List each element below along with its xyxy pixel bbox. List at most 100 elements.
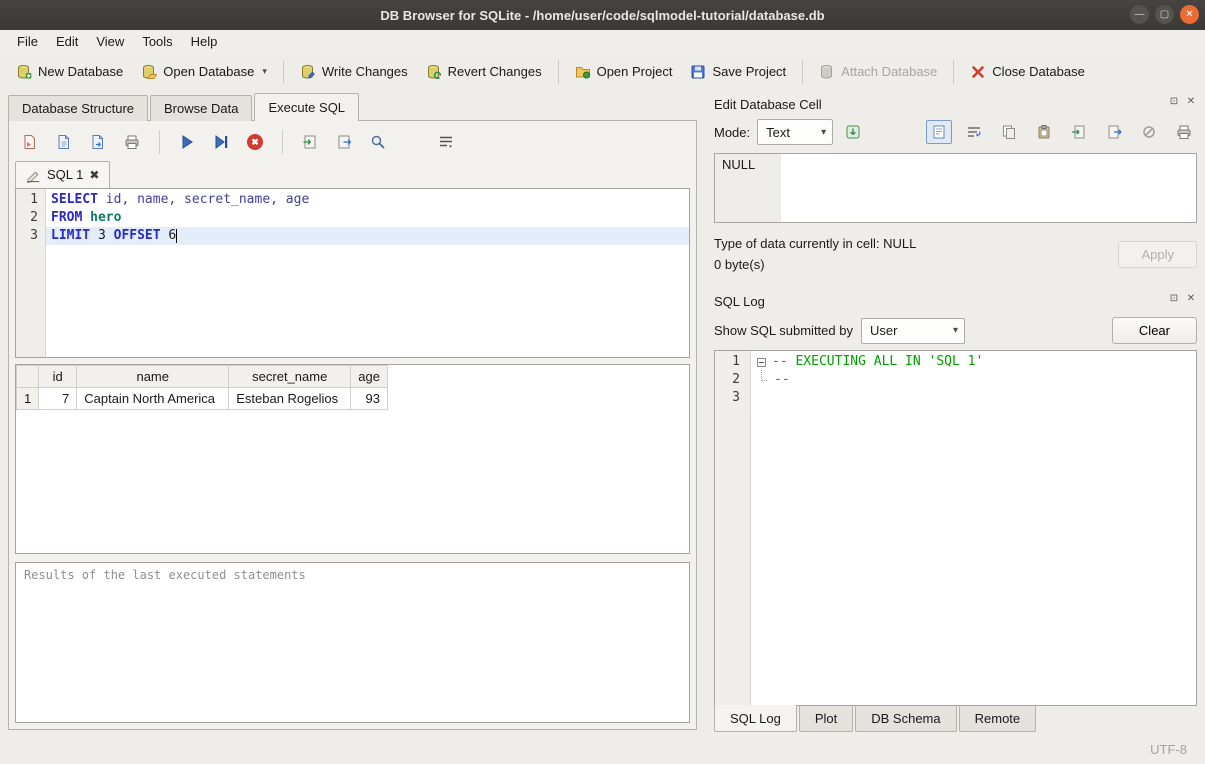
tab-sql-log[interactable]: SQL Log — [714, 705, 797, 732]
open-project-icon — [575, 63, 591, 80]
word-wrap-button[interactable] — [433, 130, 459, 154]
titlebar: DB Browser for SQLite - /home/user/code/… — [0, 0, 1205, 30]
write-changes-button[interactable]: Write Changes — [292, 58, 416, 85]
open-project-label: Open Project — [597, 64, 673, 79]
log-code: -- EXECUTING ALL IN 'SQL 1' -- — [751, 351, 1196, 705]
menu-edit[interactable]: Edit — [47, 31, 87, 52]
word-wrap-icon — [438, 134, 454, 151]
revert-changes-icon — [426, 63, 442, 80]
save-project-button[interactable]: Save Project — [682, 58, 794, 85]
dock-close-icon[interactable]: ✕ — [1185, 96, 1197, 107]
execute-all-icon — [179, 134, 195, 151]
tab-execute-sql[interactable]: Execute SQL — [254, 93, 359, 121]
column-header-age[interactable]: age — [351, 366, 388, 388]
cell-editor[interactable]: NULL — [714, 153, 1197, 223]
tab-plot[interactable]: Plot — [799, 706, 853, 732]
copy-icon — [1001, 124, 1017, 141]
dock-float-icon[interactable]: ⊡ — [1168, 96, 1180, 107]
import-cell-button[interactable] — [1066, 120, 1092, 144]
save-sql-file-button[interactable] — [51, 130, 77, 154]
import-data-button[interactable] — [840, 120, 866, 144]
copy-cell-button[interactable] — [996, 120, 1022, 144]
sql-toolbar-separator — [159, 130, 160, 154]
cell-age[interactable]: 93 — [351, 388, 388, 410]
open-database-dropdown-icon[interactable]: ▾ — [262, 66, 267, 77]
main-area: Database Structure Browse Data Execute S… — [0, 90, 1205, 734]
import-cell-icon — [1071, 124, 1087, 141]
apply-button[interactable]: Apply — [1118, 241, 1197, 268]
export-cell-button[interactable] — [1101, 120, 1127, 144]
open-database-button[interactable]: Open Database ▾ — [133, 58, 275, 85]
code-line-2: FROM hero — [46, 209, 689, 227]
maximize-button[interactable]: ▢ — [1155, 5, 1174, 24]
print-cell-button[interactable] — [1171, 120, 1197, 144]
tab-db-schema[interactable]: DB Schema — [855, 706, 956, 732]
line-number: 3 — [715, 389, 740, 407]
edit-cell-title: Edit Database Cell — [714, 97, 822, 112]
table-row[interactable]: 1 7 Captain North America Esteban Rogeli… — [17, 388, 388, 410]
tab-browse-data[interactable]: Browse Data — [150, 95, 252, 121]
editor-code[interactable]: SELECT id, name, secret_name, age FROM h… — [46, 189, 689, 357]
cell-value: NULL — [715, 154, 781, 222]
minimize-button[interactable]: — — [1130, 5, 1149, 24]
print-icon — [124, 134, 140, 151]
mode-select[interactable]: Text ▾ — [757, 119, 833, 145]
print-sql-button[interactable] — [119, 130, 145, 154]
open-database-icon — [141, 63, 157, 80]
open-database-label: Open Database — [163, 64, 254, 79]
sql-file-tab[interactable]: SQL 1 ✖ — [15, 161, 110, 188]
cell-secret-name[interactable]: Esteban Rogelios — [229, 388, 351, 410]
code-line-3: LIMIT 3 OFFSET 6 — [46, 227, 689, 245]
open-sql-file-button[interactable] — [17, 130, 43, 154]
log-line-1: -- EXECUTING ALL IN 'SQL 1' — [755, 353, 1196, 371]
cell-id[interactable]: 7 — [39, 388, 77, 410]
export-sql-button[interactable] — [331, 130, 357, 154]
execute-all-button[interactable] — [174, 130, 200, 154]
menu-help[interactable]: Help — [182, 31, 227, 52]
sql-keyword: FROM — [51, 210, 82, 225]
menu-file[interactable]: File — [8, 31, 47, 52]
column-header-name[interactable]: name — [77, 366, 229, 388]
tab-remote[interactable]: Remote — [959, 706, 1037, 732]
close-button[interactable]: ✕ — [1180, 5, 1199, 24]
word-wrap-cell-button[interactable] — [961, 120, 987, 144]
mode-select-value: Text — [766, 125, 790, 140]
sql-log-editor[interactable]: 1 2 3 -- EXECUTING ALL IN 'SQL 1' -- — [714, 350, 1197, 706]
menu-tools[interactable]: Tools — [133, 31, 181, 52]
new-database-button[interactable]: New Database — [8, 58, 131, 85]
revert-changes-button[interactable]: Revert Changes — [418, 58, 550, 85]
log-line-2: -- — [755, 371, 1196, 389]
save-sql-as-button[interactable] — [85, 130, 111, 154]
sql-keyword: OFFSET — [114, 228, 161, 243]
export-cell-icon — [1106, 124, 1122, 141]
line-number: 2 — [715, 371, 740, 389]
dock-float-icon[interactable]: ⊡ — [1168, 293, 1180, 304]
import-sql-button[interactable] — [297, 130, 323, 154]
text-view-button[interactable] — [926, 120, 952, 144]
import-sql-icon — [302, 134, 318, 151]
close-database-button[interactable]: Close Database — [962, 58, 1093, 85]
sql-tab-close-icon[interactable]: ✖ — [89, 168, 99, 182]
execute-line-button[interactable] — [208, 130, 234, 154]
clear-log-button[interactable]: Clear — [1112, 317, 1197, 344]
stop-icon: ✖ — [247, 134, 263, 150]
sql-editor[interactable]: 1 2 3 SELECT id, name, secret_name, age … — [15, 188, 690, 358]
submitted-by-select[interactable]: User ▾ — [861, 318, 965, 344]
set-null-button[interactable] — [1136, 120, 1162, 144]
log-line-3 — [755, 389, 1196, 407]
cell-size-info: 0 byte(s) — [714, 254, 916, 275]
menu-view[interactable]: View — [87, 31, 133, 52]
column-header-secret-name[interactable]: secret_name — [229, 366, 351, 388]
find-replace-button[interactable] — [365, 130, 391, 154]
dock-close-icon[interactable]: ✕ — [1185, 293, 1197, 304]
submitted-by-value: User — [870, 323, 897, 338]
stop-button[interactable]: ✖ — [242, 130, 268, 154]
cell-name[interactable]: Captain North America — [77, 388, 229, 410]
column-header-id[interactable]: id — [39, 366, 77, 388]
results-grid[interactable]: id name secret_name age 1 7 Captain Nort… — [15, 364, 690, 554]
sql-keyword: SELECT — [51, 192, 98, 207]
open-project-button[interactable]: Open Project — [567, 58, 681, 85]
tab-database-structure[interactable]: Database Structure — [8, 95, 148, 121]
fold-marker-icon[interactable] — [757, 358, 766, 367]
paste-cell-button[interactable] — [1031, 120, 1057, 144]
